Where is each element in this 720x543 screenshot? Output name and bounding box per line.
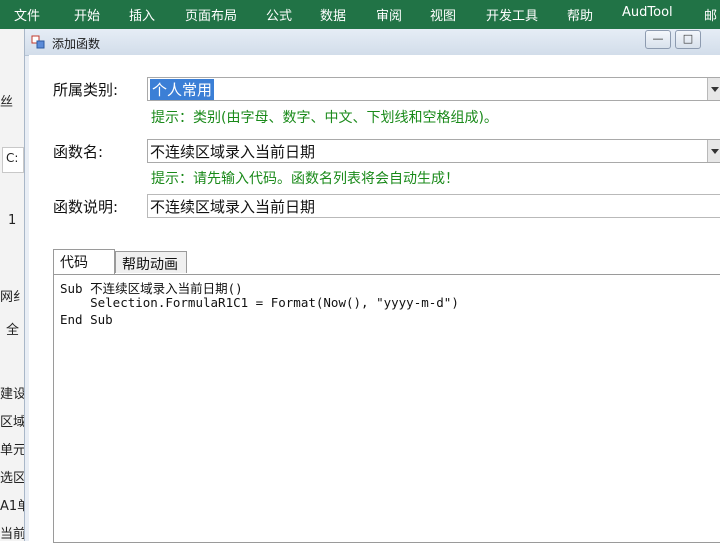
bg-text-fragment: 单元 [0,443,25,458]
description-label: 函数说明: [53,198,119,216]
ribbon-tab-view[interactable]: 视图 [430,5,456,24]
bg-text-fragment: 网纟 [0,290,25,305]
bg-text-fragment: 建设 [0,387,25,402]
bg-text-fragment: 丝 [0,95,14,110]
bg-text-fragment: 选区 [0,471,25,486]
bg-text-fragment: 1 [8,213,17,228]
category-hint: 提示：类别(由字母、数字、中文、下划线和空格组成)。 [151,110,498,126]
chevron-down-icon[interactable] [707,78,720,100]
ribbon-tab-formulas[interactable]: 公式 [266,5,292,24]
maximize-button[interactable]: □ [675,30,701,49]
code-editor[interactable]: Sub 不连续区域录入当前日期() Selection.FormulaR1C1 … [53,274,720,543]
function-name-combobox[interactable]: 不连续区域录入当前日期 [147,139,720,163]
category-value: 个人常用 [150,79,215,100]
function-name-hint: 提示：请先输入代码。函数名列表将会自动生成！ [151,171,459,187]
ribbon-tab-file[interactable]: 文件 [14,5,40,24]
code-line: End Sub [60,312,113,327]
ribbon-tab-home[interactable]: 开始 [74,5,100,24]
bg-text-fragment: A1单 [0,499,24,514]
dialog-title: 添加函数 [52,37,101,51]
ribbon-tab-audtool[interactable]: AudTool [622,5,673,20]
excel-background: 丝 C: 1 网纟 全 建设 区域 单元 选区 A1单 当前 [0,29,25,541]
ribbon-tab-mail[interactable]: 邮 [704,5,717,24]
code-line: Selection.FormulaR1C1 = Format(Now(), "y… [60,295,459,310]
ribbon-tab-data[interactable]: 数据 [320,5,346,24]
tab-help-animation[interactable]: 帮助动画 [115,251,187,273]
function-name-label: 函数名: [53,143,104,161]
category-combobox[interactable]: 个人常用 [147,77,720,101]
minimize-button[interactable]: — [645,30,671,49]
ribbon-tab-review[interactable]: 审阅 [376,5,402,24]
name-box[interactable]: C: [2,147,24,173]
excel-ribbon: 文件 开始 插入 页面布局 公式 数据 审阅 视图 开发工具 帮助 AudToo… [0,0,720,29]
bg-text-fragment: 区域 [0,415,25,430]
description-value: 不连续区域录入当前日期 [150,198,316,216]
chevron-down-icon[interactable] [707,140,720,162]
bg-text-fragment: 全 [6,323,20,338]
category-label: 所属类别: [53,81,119,99]
ribbon-tab-developer[interactable]: 开发工具 [486,5,538,24]
form-icon [31,35,45,49]
dialog-client-area: 所属类别: 个人常用 提示：类别(由字母、数字、中文、下划线和空格组成)。 函数… [29,55,720,543]
add-function-dialog: 添加函数 — □ 所属类别: 个人常用 提示：类别(由字母、数字、中文、下划线和… [24,29,720,543]
ribbon-tab-page-layout[interactable]: 页面布局 [185,5,237,24]
bg-text-fragment: 当前 [0,527,25,541]
ribbon-tab-help[interactable]: 帮助 [567,5,593,24]
function-name-value: 不连续区域录入当前日期 [150,143,316,161]
description-input[interactable]: 不连续区域录入当前日期 [147,194,720,218]
ribbon-tab-insert[interactable]: 插入 [129,5,155,24]
tab-code[interactable]: 代码 [53,249,115,274]
dialog-titlebar[interactable]: 添加函数 — □ [25,29,720,56]
